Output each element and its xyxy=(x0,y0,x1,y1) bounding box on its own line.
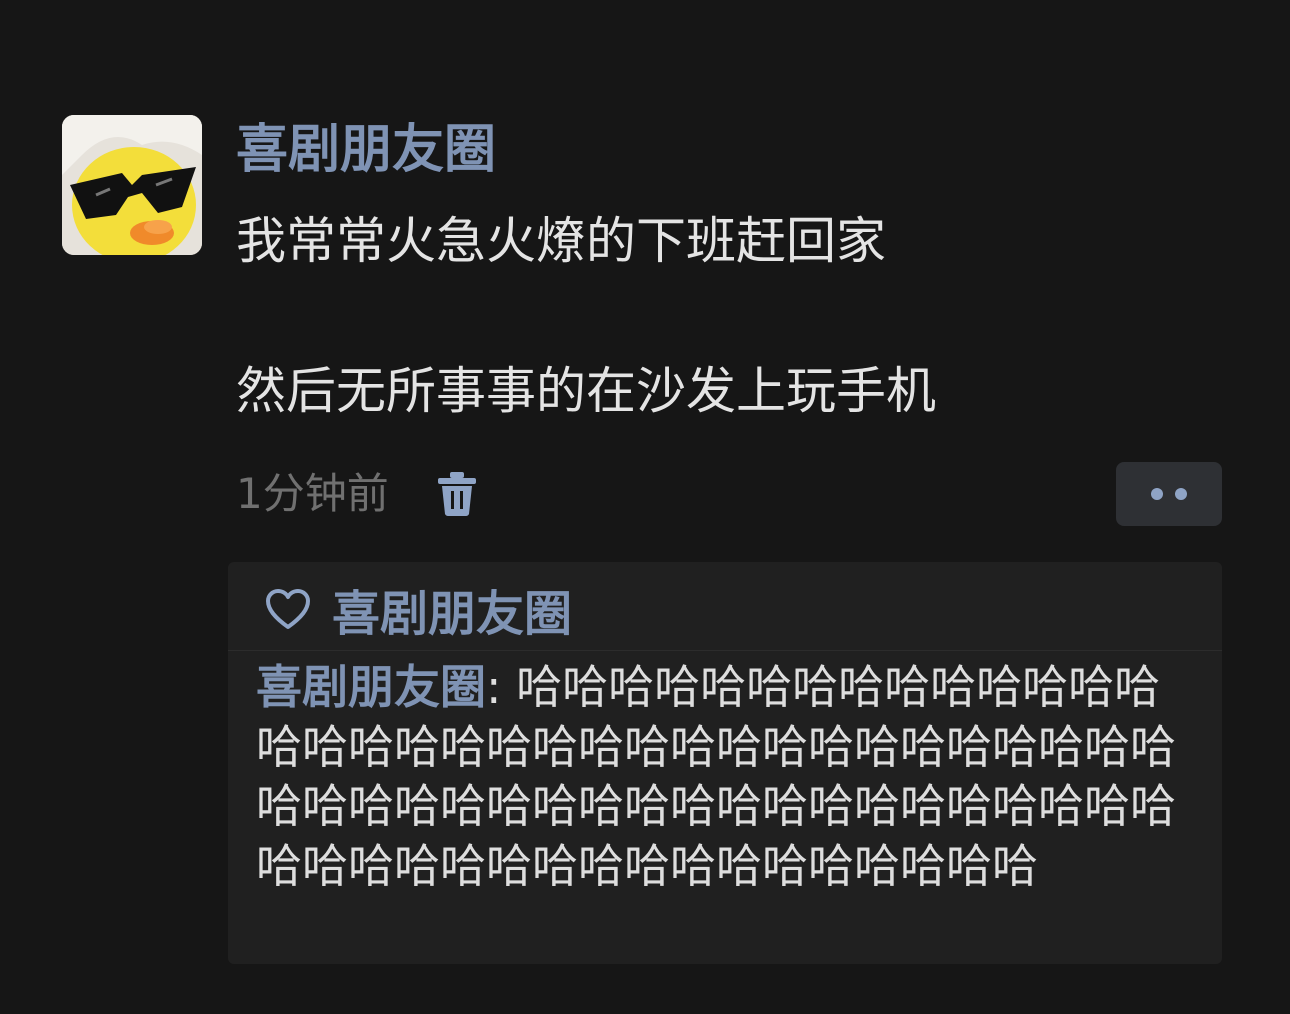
post-text-line: 然后无所事事的在沙发上玩手机 xyxy=(236,362,936,420)
more-dots-icon xyxy=(1151,488,1163,500)
moments-post: 喜剧朋友圈 我常常火急火燎的下班赶回家 然后无所事事的在沙发上玩手机 1分钟前 … xyxy=(0,0,1290,1014)
interaction-panel: 喜剧朋友圈 喜剧朋友圈: 哈哈哈哈哈哈哈哈哈哈哈哈哈哈哈哈哈哈哈哈哈哈哈哈哈哈哈… xyxy=(228,562,1222,964)
post-author[interactable]: 喜剧朋友圈 xyxy=(236,118,496,182)
more-button[interactable] xyxy=(1116,462,1222,526)
comment-item[interactable]: 喜剧朋友圈: 哈哈哈哈哈哈哈哈哈哈哈哈哈哈哈哈哈哈哈哈哈哈哈哈哈哈哈哈哈哈哈哈哈… xyxy=(256,658,1206,896)
more-dots-icon xyxy=(1175,488,1187,500)
heart-icon xyxy=(266,589,310,629)
post-text-line: 我常常火急火燎的下班赶回家 xyxy=(236,212,886,270)
duck-avatar-icon xyxy=(62,115,202,255)
trash-icon[interactable] xyxy=(436,470,478,518)
like-user-name[interactable]: 喜剧朋友圈 xyxy=(332,574,572,644)
comment-author[interactable]: 喜剧朋友圈 xyxy=(256,660,486,714)
post-timestamp: 1分钟前 xyxy=(236,469,389,518)
avatar[interactable] xyxy=(62,115,202,255)
likes-row: 喜剧朋友圈 xyxy=(264,576,572,642)
divider xyxy=(228,650,1222,651)
comment-separator: : xyxy=(486,660,517,714)
